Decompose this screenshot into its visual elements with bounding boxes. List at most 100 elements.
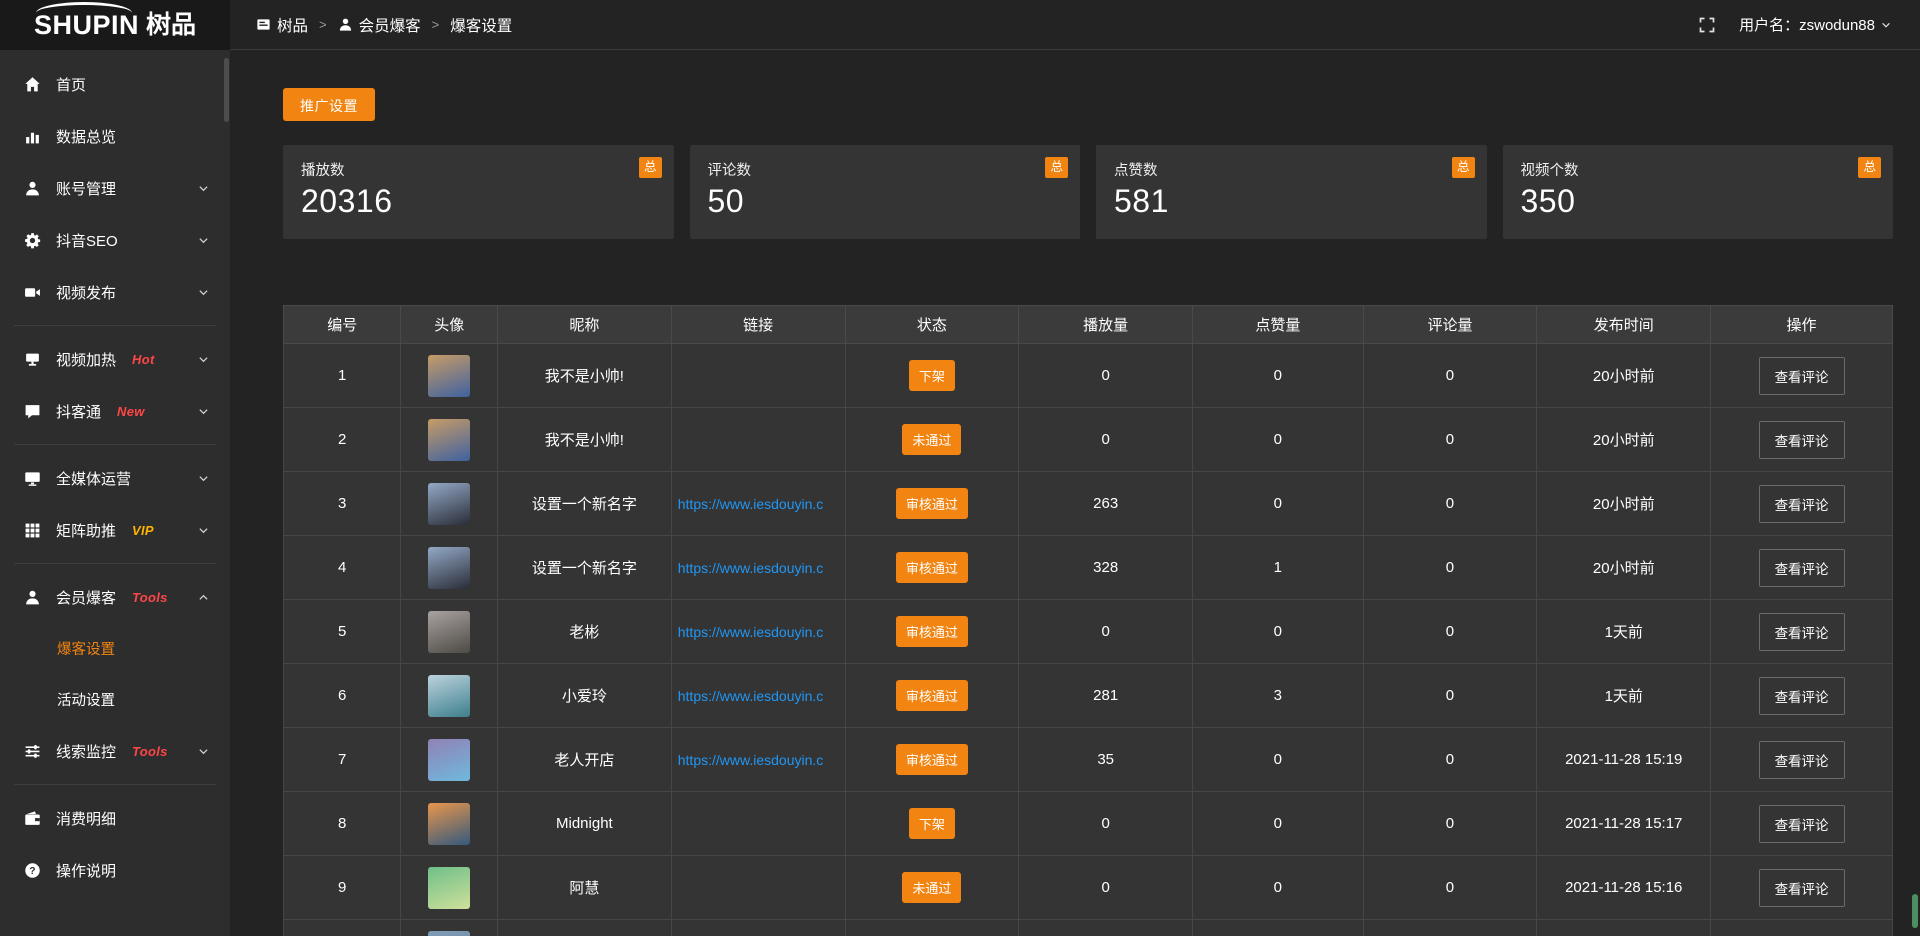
sidebar-item-label: 视频加热 <box>56 349 116 370</box>
sliders-icon <box>24 743 41 760</box>
cell-avatar <box>401 920 498 936</box>
sidebar-item-video-publish[interactable]: 视频发布 <box>0 266 230 318</box>
video-link[interactable]: https://www.iesdouyin.c <box>672 624 845 640</box>
user-icon <box>338 17 353 32</box>
cell-comments: 0 <box>1363 664 1537 728</box>
sidebar-item-matrix-boost[interactable]: 矩阵助推VIP <box>0 504 230 556</box>
view-comments-button[interactable]: 查看评论 <box>1759 421 1845 459</box>
sidebar-item-label: 账号管理 <box>56 178 116 199</box>
stat-card-label: 视频个数 <box>1521 159 1876 180</box>
gear-icon <box>24 232 41 249</box>
view-comments-button[interactable]: 查看评论 <box>1759 357 1845 395</box>
column-header-status: 状态 <box>845 306 1019 344</box>
cell-avatar <box>401 600 498 664</box>
sidebar-item-label: 会员爆客 <box>56 587 116 608</box>
view-comments-button[interactable]: 查看评论 <box>1759 677 1845 715</box>
status-badge: 未通过 <box>902 424 961 455</box>
chevron-down-icon <box>197 405 210 418</box>
stats-row: 播放数总20316评论数总50点赞数总581视频个数总350 <box>283 145 1893 239</box>
sidebar-item-clue-monitor[interactable]: 线索监控Tools <box>0 725 230 777</box>
table-row: 9阿慧未通过0002021-11-28 15:16查看评论 <box>284 856 1893 920</box>
sidebar-item-consume-detail[interactable]: 消费明细 <box>0 792 230 844</box>
breadcrumb-item-baoke-settings[interactable]: 爆客设置 <box>450 14 512 36</box>
sidebar-scrollbar-thumb[interactable] <box>224 58 229 122</box>
sidebar-item-tag: Tools <box>132 744 168 759</box>
chevron-down-icon <box>197 353 210 366</box>
cell-plays <box>1019 920 1193 936</box>
column-header-link: 链接 <box>671 306 845 344</box>
video-link[interactable]: https://www.iesdouyin.c <box>672 560 845 576</box>
cell-likes: 0 <box>1193 856 1364 920</box>
status-badge: 审核通过 <box>896 744 968 775</box>
cell-actions <box>1711 920 1893 936</box>
view-comments-button[interactable]: 查看评论 <box>1759 485 1845 523</box>
cell-nickname: Midnight <box>497 792 671 856</box>
video-link[interactable]: https://www.iesdouyin.c <box>672 752 845 768</box>
cell-plays: 0 <box>1019 600 1193 664</box>
total-badge: 总 <box>1045 157 1068 178</box>
app-root: SHUPIN 树品 首页数据总览账号管理抖音SEO视频发布视频加热Hot抖客通N… <box>0 0 1920 936</box>
breadcrumb-item-member-baoke[interactable]: 会员爆客 <box>338 14 421 36</box>
column-header-actions: 操作 <box>1711 306 1893 344</box>
sidebar-item-omni-media[interactable]: 全媒体运营 <box>0 452 230 504</box>
avatar <box>428 803 470 845</box>
cell-likes: 0 <box>1193 792 1364 856</box>
cell-status: 审核通过 <box>845 600 1019 664</box>
username-dropdown[interactable]: 用户名：zswodun88 <box>1739 14 1892 35</box>
cell-link: https://www.iesdouyin.c <box>671 472 845 536</box>
breadcrumb-item-shupin[interactable]: 树品 <box>256 14 308 36</box>
column-header-likes: 点赞量 <box>1193 306 1364 344</box>
view-comments-button[interactable]: 查看评论 <box>1759 741 1845 779</box>
cell-link: https://www.iesdouyin.c <box>671 664 845 728</box>
video-link[interactable]: https://www.iesdouyin.c <box>672 688 845 704</box>
logo[interactable]: SHUPIN 树品 <box>0 0 230 50</box>
cell-status: 审核通过 <box>845 536 1019 600</box>
sidebar-item-home[interactable]: 首页 <box>0 58 230 110</box>
avatar <box>428 739 470 781</box>
cell-comments: 0 <box>1363 536 1537 600</box>
cell-actions: 查看评论 <box>1711 536 1893 600</box>
cell-status: 未通过 <box>845 408 1019 472</box>
sidebar-item-member-baoke[interactable]: 会员爆客Tools <box>0 571 230 623</box>
promo-settings-button[interactable]: 推广设置 <box>283 88 375 121</box>
chevron-down-icon <box>197 286 210 299</box>
main-content: 推广设置 播放数总20316评论数总50点赞数总581视频个数总350 编号头像… <box>230 50 1920 936</box>
comment-icon <box>24 403 41 420</box>
cell-nickname: 我不是小帅! <box>497 344 671 408</box>
sidebar-subitem-baoke-settings[interactable]: 爆客设置 <box>0 623 230 674</box>
cell-id: 8 <box>284 792 401 856</box>
cell-time: 20小时前 <box>1537 344 1711 408</box>
cell-time: 2021-11-28 15:16 <box>1537 856 1711 920</box>
sidebar-item-account-manage[interactable]: 账号管理 <box>0 162 230 214</box>
topbar-right: 用户名：zswodun88 <box>1699 14 1892 35</box>
view-comments-button[interactable]: 查看评论 <box>1759 613 1845 651</box>
table-row: 7老人开店https://www.iesdouyin.c审核通过35002021… <box>284 728 1893 792</box>
sidebar-item-douketong[interactable]: 抖客通New <box>0 385 230 437</box>
cell-nickname: 老人开店 <box>497 728 671 792</box>
sidebar-item-label: 首页 <box>56 74 86 95</box>
view-comments-button[interactable]: 查看评论 <box>1759 549 1845 587</box>
column-header-plays: 播放量 <box>1019 306 1193 344</box>
stat-card-comments: 评论数总50 <box>690 145 1081 239</box>
sidebar-item-data-overview[interactable]: 数据总览 <box>0 110 230 162</box>
table-row: 2我不是小帅!未通过00020小时前查看评论 <box>284 408 1893 472</box>
sidebar-subitem-activity-settings[interactable]: 活动设置 <box>0 674 230 725</box>
cell-time: 1天前 <box>1537 664 1711 728</box>
view-comments-button[interactable]: 查看评论 <box>1759 805 1845 843</box>
cell-status: 下架 <box>845 792 1019 856</box>
table-row <box>284 920 1893 936</box>
cell-likes: 0 <box>1193 472 1364 536</box>
cell-actions: 查看评论 <box>1711 792 1893 856</box>
total-badge: 总 <box>1452 157 1475 178</box>
page-scrollbar-thumb[interactable] <box>1912 894 1918 928</box>
video-link[interactable]: https://www.iesdouyin.c <box>672 496 845 512</box>
view-comments-button[interactable]: 查看评论 <box>1759 869 1845 907</box>
sidebar-item-label: 抖客通 <box>56 401 101 422</box>
sidebar-item-douyin-seo[interactable]: 抖音SEO <box>0 214 230 266</box>
sidebar-item-operation-guide[interactable]: ?操作说明 <box>0 844 230 896</box>
fullscreen-icon[interactable] <box>1699 17 1715 33</box>
total-badge: 总 <box>639 157 662 178</box>
cell-actions: 查看评论 <box>1711 472 1893 536</box>
stat-card-value: 581 <box>1114 183 1469 220</box>
sidebar-item-video-heat[interactable]: 视频加热Hot <box>0 333 230 385</box>
